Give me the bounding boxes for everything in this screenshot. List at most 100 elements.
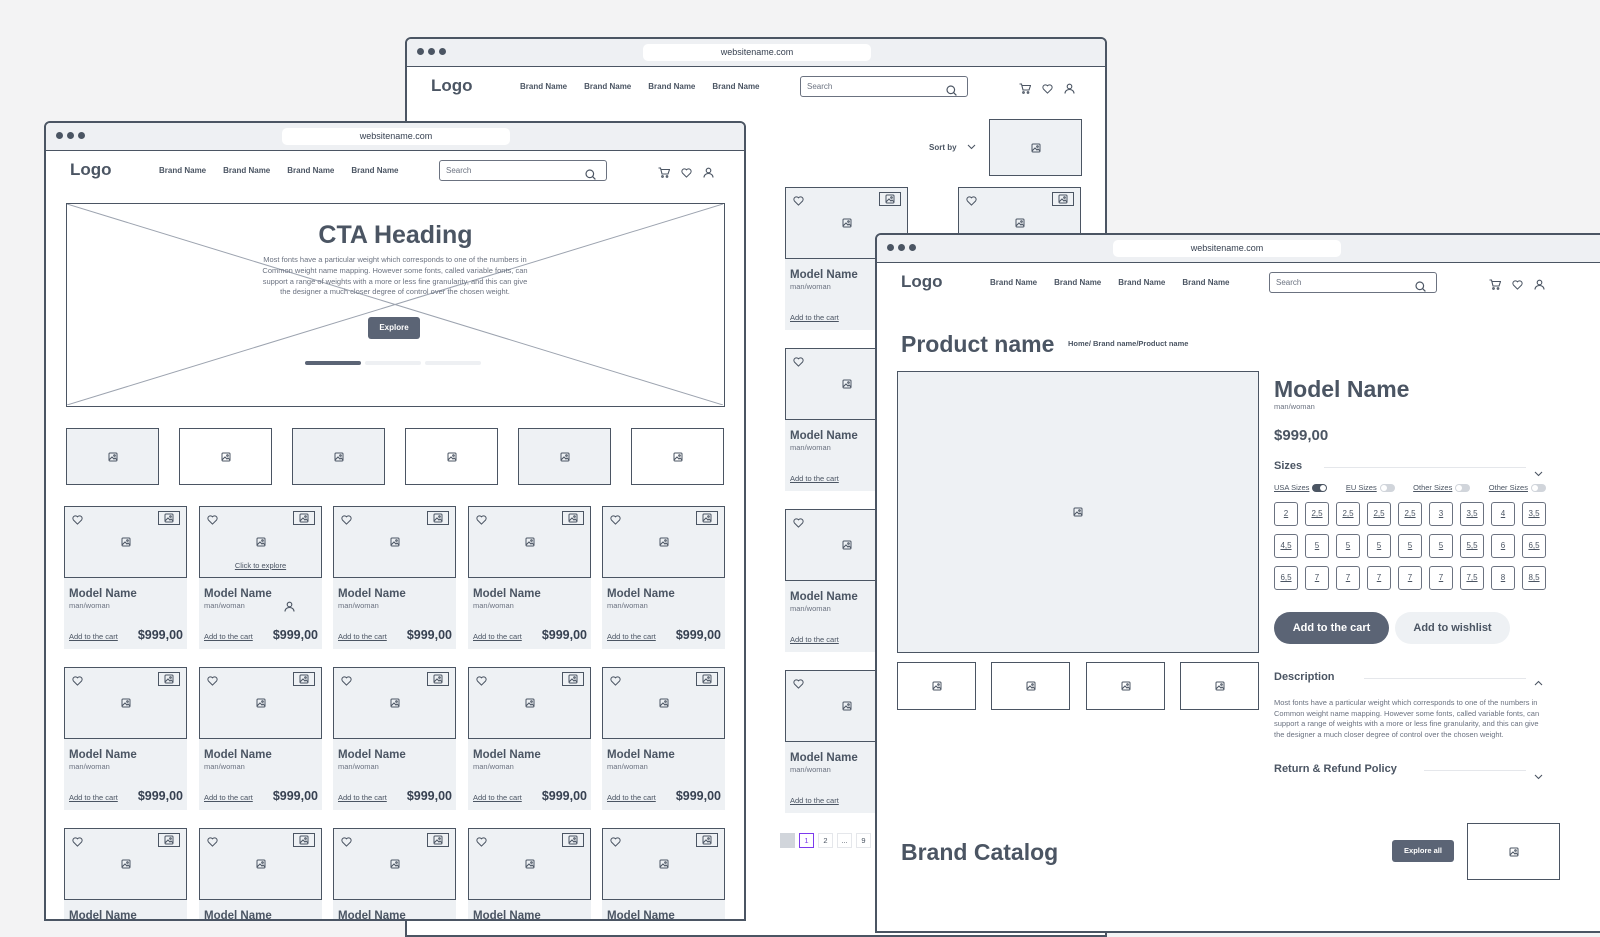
gallery-icon[interactable] [696,833,718,847]
prev-page-button[interactable] [780,833,795,848]
carousel-indicator[interactable] [425,361,481,365]
add-to-cart-link[interactable]: Add to the cart [790,796,839,805]
carousel-indicator[interactable] [305,361,361,365]
heart-icon[interactable] [476,512,487,530]
size-option[interactable]: 6,5 [1522,534,1546,558]
window-dot[interactable] [78,132,85,139]
size-option[interactable]: 5,5 [1460,534,1484,558]
add-to-cart-link[interactable]: Add to the cart [607,793,656,802]
heart-icon[interactable] [793,193,804,211]
user-icon[interactable] [1534,277,1545,295]
heart-icon[interactable] [476,834,487,852]
product-thumbnail[interactable] [1180,662,1259,710]
size-option[interactable]: 3 [1429,502,1453,526]
chevron-down-icon[interactable] [1534,767,1543,785]
heart-icon[interactable] [793,515,804,533]
heart-icon[interactable] [341,673,352,691]
search-input[interactable]: Search [439,160,607,181]
cart-icon[interactable] [1019,81,1032,99]
page-button[interactable]: 1 [799,833,814,848]
window-controls[interactable] [417,48,446,55]
add-to-cart-button[interactable]: Add to the cart [1274,612,1389,644]
gallery-icon[interactable] [293,833,315,847]
user-icon[interactable] [703,165,714,183]
product-card[interactable]: Model Nameman/womanAdd to the cart$999,0… [199,667,322,810]
product-card[interactable]: Model Nameman/womanAdd to the cart$999,0… [333,667,456,810]
add-to-cart-link[interactable]: Add to the cart [790,474,839,483]
heart-icon[interactable] [207,673,218,691]
gallery-icon[interactable] [696,672,718,686]
size-option[interactable]: 2,5 [1336,502,1360,526]
size-toggle[interactable]: Other Sizes [1413,483,1471,493]
nav-item-brand[interactable]: Brand Name [351,166,398,175]
description-toggle[interactable]: Description [1274,671,1335,683]
window-dot[interactable] [428,48,435,55]
product-card[interactable]: Model Nameman/womanAdd to the cart$999,0… [64,828,187,919]
product-card[interactable]: Model Nameman/womanAdd to the cart$999,0… [333,506,456,649]
category-thumbnail[interactable] [179,428,272,485]
click-to-explore-link[interactable]: Click to explore [200,561,321,570]
product-card[interactable]: Model Nameman/womanAdd to the cart$999,0… [468,506,591,649]
gallery-icon[interactable] [158,672,180,686]
window-dot[interactable] [67,132,74,139]
product-image[interactable] [333,667,456,739]
heart-icon[interactable] [681,165,692,183]
product-image[interactable]: Click to explore [199,506,322,578]
search-input[interactable]: Search [1269,272,1437,293]
size-option[interactable]: 4 [1491,502,1515,526]
product-image[interactable] [199,828,322,900]
gallery-icon[interactable] [562,833,584,847]
gallery-icon[interactable] [427,511,449,525]
window-controls[interactable] [887,244,916,251]
address-bar[interactable]: websitename.com [282,128,510,145]
product-thumbnail[interactable] [1086,662,1165,710]
size-option[interactable]: 5 [1398,534,1422,558]
window-dot[interactable] [898,244,905,251]
gallery-icon[interactable] [158,511,180,525]
add-to-cart-link[interactable]: Add to the cart [473,632,522,641]
heart-icon[interactable] [610,673,621,691]
product-image[interactable] [64,506,187,578]
size-option[interactable]: 5 [1336,534,1360,558]
address-bar[interactable]: websitename.com [643,44,871,61]
size-option[interactable]: 2,5 [1305,502,1329,526]
gallery-icon[interactable] [562,672,584,686]
window-dot[interactable] [417,48,424,55]
product-image[interactable] [468,828,591,900]
page-button[interactable]: 2 [818,833,833,848]
heart-icon[interactable] [72,512,83,530]
category-thumbnail[interactable] [405,428,498,485]
size-option[interactable]: 7 [1336,566,1360,590]
toggle-switch[interactable] [1379,484,1395,493]
size-option[interactable]: 6 [1491,534,1515,558]
add-to-cart-link[interactable]: Add to the cart [69,793,118,802]
nav-item-brand[interactable]: Brand Name [159,166,206,175]
chevron-up-icon[interactable] [1534,673,1543,691]
cart-icon[interactable] [1489,277,1502,295]
chevron-down-icon[interactable] [1534,464,1543,482]
gallery-icon[interactable] [562,511,584,525]
add-to-cart-link[interactable]: Add to the cart [607,632,656,641]
product-card[interactable]: Model Nameman/womanAdd to the cart$999,0… [333,828,456,919]
heart-icon[interactable] [610,512,621,530]
size-option[interactable]: 7 [1367,566,1391,590]
size-option[interactable]: 5 [1305,534,1329,558]
carousel-indicator[interactable] [365,361,421,365]
heart-icon[interactable] [966,193,977,211]
explore-button[interactable]: Explore [368,317,420,339]
size-option[interactable]: 7 [1429,566,1453,590]
nav-item-brand[interactable]: Brand Name [1118,278,1165,287]
product-thumbnail[interactable] [991,662,1070,710]
window-dot[interactable] [909,244,916,251]
product-image[interactable] [602,667,725,739]
heart-icon[interactable] [207,834,218,852]
size-toggle[interactable]: Other Sizes [1489,483,1546,493]
logo[interactable]: Logo [70,160,112,180]
gallery-icon[interactable] [1052,192,1074,206]
product-image[interactable] [468,667,591,739]
gallery-icon[interactable] [696,511,718,525]
gallery-icon[interactable] [293,672,315,686]
window-controls[interactable] [56,132,85,139]
size-option[interactable]: 7 [1398,566,1422,590]
size-toggle[interactable]: EU Sizes [1346,483,1395,493]
